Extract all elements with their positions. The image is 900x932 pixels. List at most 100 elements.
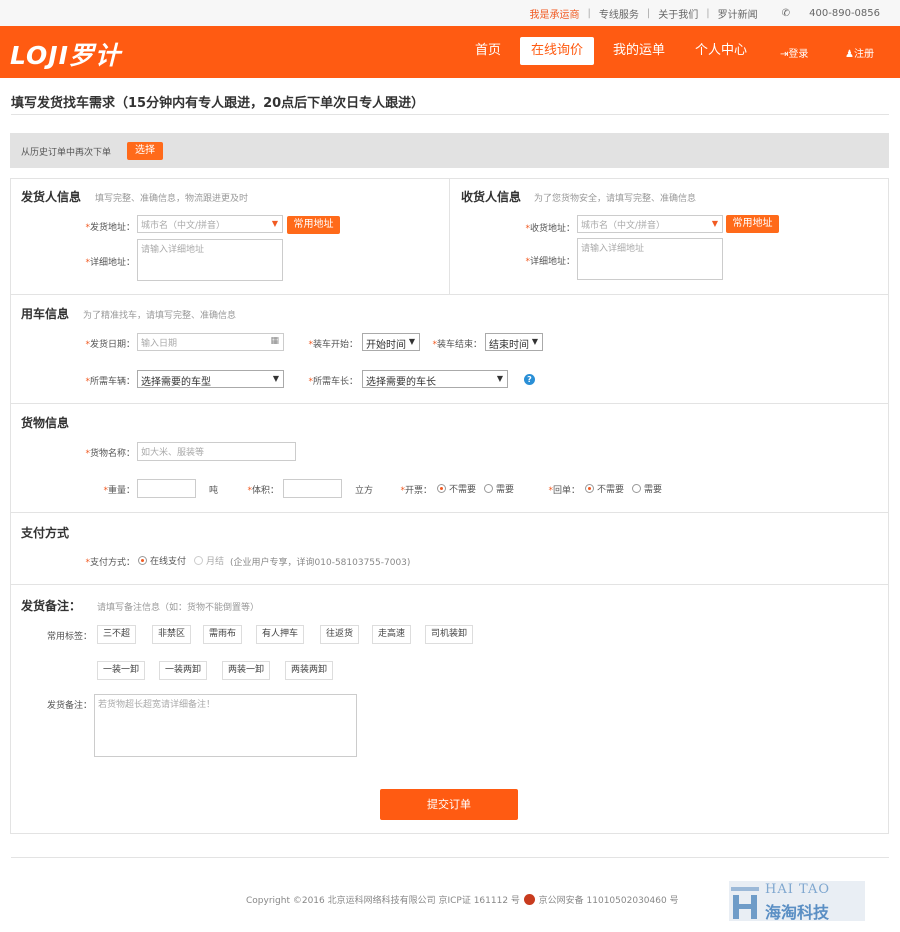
weight-input[interactable] [137,479,196,498]
nav-my-waybills[interactable]: 我的运单 [606,37,672,65]
logo[interactable]: LOJI罗计 [10,36,121,72]
dropdown-arrow-icon: ▼ [408,337,415,346]
receiver-detail-textarea[interactable]: 请输入详细地址 [577,238,723,280]
submit-order-button[interactable]: 提交订单 [380,789,518,820]
line-service-link[interactable]: 专线服务 [591,6,647,21]
receipt-needed-radio[interactable]: 需要 [632,482,662,495]
receiver-city-select[interactable]: 城市名（中文/拼音） ▼ [577,215,723,233]
vehicle-hint: 为了精准找车，请填写完整、准确信息 [83,311,237,321]
watermark-cn: 海淘科技 [765,903,830,922]
help-icon[interactable]: ? [524,374,535,385]
nav-personal-center[interactable]: 个人中心 [688,37,754,65]
phone: ✆ 400-890-0856 [766,8,888,19]
payment-title: 支付方式 [21,526,70,540]
about-link[interactable]: 关于我们 [650,6,706,21]
load-start-label: *装车开始： [308,340,358,350]
vehicle-length-select[interactable]: 选择需要的车长 ▼ [362,370,508,388]
vehicle-type-label: *所需车辆： [85,377,135,387]
register-button[interactable]: ♟注册 [845,45,874,60]
history-label: 从历史订单中再次下单 [21,148,112,158]
dropdown-arrow-icon: ▼ [271,219,278,228]
cargo-name-label: *货物名称： [85,449,135,459]
radio-disabled-icon [194,556,203,565]
police-badge-icon [523,894,535,905]
column-divider [449,179,450,294]
section-divider [10,584,889,585]
payment-method-label: *支付方式： [85,558,135,568]
sender-common-address-button[interactable]: 常用地址 [287,216,340,234]
receiver-common-address-button[interactable]: 常用地址 [726,215,779,233]
cargo-name-input[interactable]: 如大米、服装等 [137,442,296,461]
top-links: 我是承运商 | 专线服务 | 关于我们 | 罗计新闻 ✆ 400-890-085… [521,0,888,26]
weight-unit: 吨 [209,486,219,496]
tag-chip[interactable]: 一装两卸 [159,661,208,680]
phone-number: 400-890-0856 [809,7,880,19]
monthly-payment-radio[interactable]: 月结 [194,554,224,567]
phone-icon: ✆ [781,7,794,19]
sender-city-select[interactable]: 城市名（中文/拼音） ▼ [137,215,283,233]
receipt-label: *回单： [548,486,580,496]
volume-input[interactable] [283,479,342,498]
cargo-title: 货物信息 [21,416,70,430]
radio-checked-icon [138,556,147,565]
select-history-button[interactable]: 选择 [127,142,163,160]
receipt-not-needed-radio[interactable]: 不需要 [585,482,624,495]
tag-chip[interactable]: 两装两卸 [285,661,334,680]
copyright-text: Copyright ©2016 北京运科网络科技有限公司 京ICP证 16111… [246,896,520,906]
tag-chip[interactable]: 走高速 [372,625,412,644]
top-utility-bar: 我是承运商 | 专线服务 | 关于我们 | 罗计新闻 ✆ 400-890-085… [0,0,900,26]
invoice-needed-radio[interactable]: 需要 [484,482,514,495]
tag-chip[interactable]: 一装一卸 [97,661,146,680]
section-divider [10,403,889,404]
vehicle-title: 用车信息 [21,307,70,321]
history-order-bar: 从历史订单中再次下单 选择 [10,133,889,168]
nav-home[interactable]: 首页 [467,37,509,65]
tag-chip[interactable]: 往返货 [320,625,360,644]
login-button[interactable]: ⇥登录 [780,45,808,60]
invoice-label: *开票： [400,486,432,496]
load-end-select[interactable]: 结束时间 ▼ [485,333,543,351]
radio-checked-icon [437,484,446,493]
receiver-address-label: *收货地址： [525,224,575,234]
page-title: 填写发货找车需求（15分钟内有专人跟进，20点后下单次日专人跟进） [11,96,425,111]
watermark: HAI TAO 海淘科技 [729,881,865,922]
sender-detail-textarea[interactable]: 请输入详细地址 [137,239,283,281]
watermark-h-icon [731,887,759,919]
remark-textarea[interactable]: 若货物超长超宽请详细备注！ [94,694,357,757]
tag-chip[interactable]: 非禁区 [152,625,192,644]
sender-title: 发货人信息 [21,190,82,204]
receiver-title: 收货人信息 [461,190,522,204]
dropdown-arrow-icon: ▼ [272,374,279,383]
vehicle-length-label: *所需车长： [308,377,358,387]
calendar-icon: ▦ [270,336,279,346]
nav-online-quote[interactable]: 在线询价 [520,37,594,65]
online-payment-radio[interactable]: 在线支付 [138,554,186,567]
carrier-link[interactable]: 我是承运商 [521,6,587,21]
tag-chip[interactable]: 两装一卸 [222,661,271,680]
tag-chip[interactable]: 三不超 [97,625,137,644]
remarks-hint: 请填写备注信息（如：货物不能倒置等） [97,603,260,613]
sender-address-label: *发货地址： [85,223,135,233]
weight-label: *重量： [103,486,135,496]
receiver-detail-label: *详细地址： [525,257,575,267]
tag-chip[interactable]: 司机装卸 [425,625,474,644]
section-divider [10,294,889,295]
invoice-not-needed-radio[interactable]: 不需要 [437,482,476,495]
ship-date-input[interactable]: 输入日期 ▦ [137,333,284,351]
sender-hint: 填写完整、准确信息，物流跟进更及时 [95,194,249,204]
ship-date-label: *发货日期： [85,340,135,350]
tag-chip[interactable]: 有人押车 [256,625,305,644]
register-label: 注册 [853,49,874,60]
remarks-title: 发货备注： [21,599,82,613]
footer-copyright: Copyright ©2016 北京运科网络科技有限公司 京ICP证 16111… [246,893,679,906]
load-start-select[interactable]: 开始时间 ▼ [362,333,420,351]
tag-chip[interactable]: 需雨布 [203,625,243,644]
news-link[interactable]: 罗计新闻 [710,6,766,21]
section-divider [10,512,889,513]
vehicle-type-select[interactable]: 选择需要的车型 ▼ [137,370,284,388]
main-header: LOJI罗计 首页 在线询价 我的运单 个人中心 ⇥登录 ♟注册 [0,26,900,78]
volume-unit: 立方 [355,486,374,496]
sender-detail-label: *详细地址： [85,258,135,268]
radio-icon [632,484,641,493]
receiver-hint: 为了您货物安全，请填写完整、准确信息 [534,194,697,204]
